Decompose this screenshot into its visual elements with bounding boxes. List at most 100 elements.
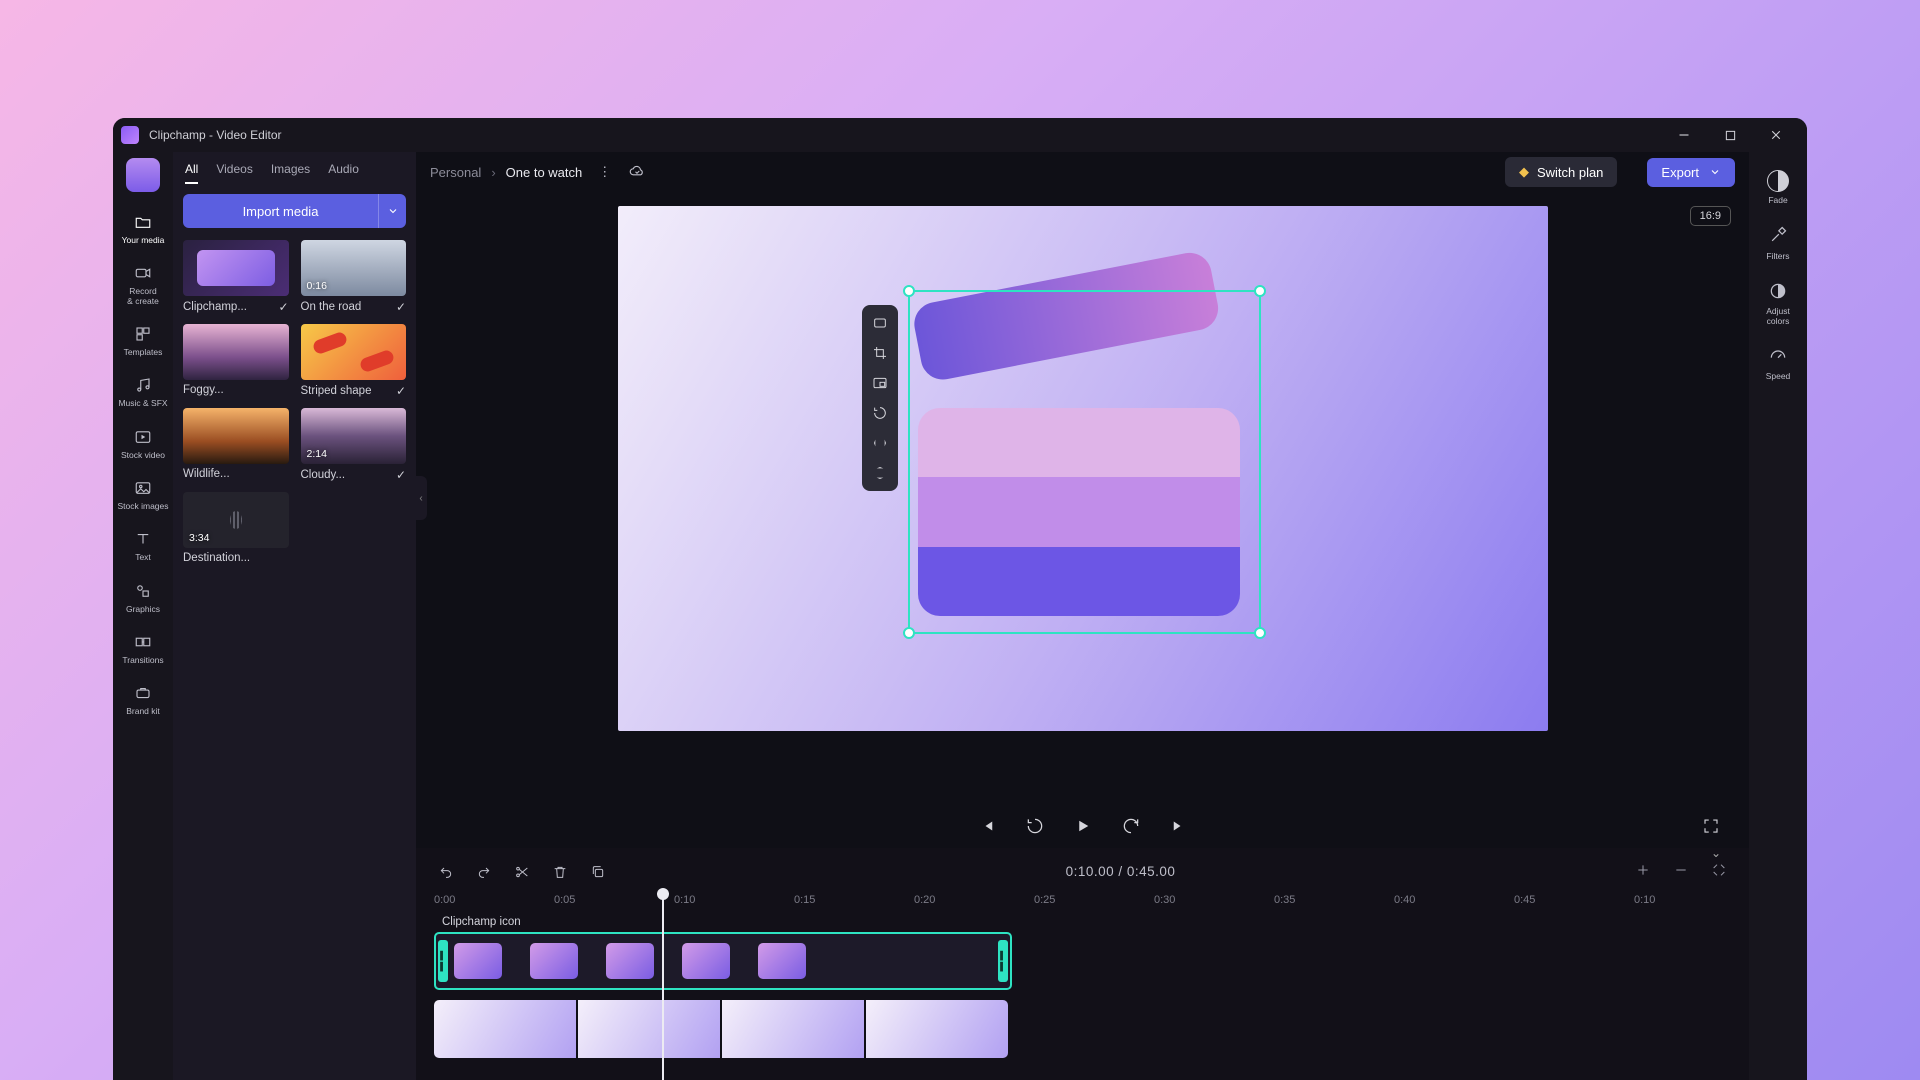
rail-brand-kit[interactable]: Brand kit [113,675,173,724]
project-menu-button[interactable]: ⋮ [592,164,618,180]
right-rail: Fade Filters Adjust colors Speed [1749,152,1807,1080]
media-panel: All Videos Images Audio Import media Cli… [173,152,416,1080]
rail-stock-images[interactable]: Stock images [113,470,173,519]
center-column: Personal › One to watch ⋮ ◆ Switch plan … [416,152,1749,1080]
media-item[interactable]: Foggy... [183,324,289,398]
canvas-toolbar [862,305,898,491]
pip-button[interactable] [866,371,894,395]
rrail-adjust-colors[interactable]: Adjust colors [1750,273,1806,334]
import-media-dropdown[interactable] [378,194,406,228]
project-header: Personal › One to watch ⋮ ◆ Switch plan … [416,152,1749,192]
export-button[interactable]: Export [1647,158,1735,187]
zoom-fit-button[interactable] [1711,862,1727,883]
preview-canvas[interactable] [618,206,1548,731]
rail-transitions[interactable]: Transitions [113,624,173,673]
media-item[interactable]: 0:16 On the road✓ [301,240,407,314]
rail-graphics[interactable]: Graphics [113,573,173,622]
media-tabs: All Videos Images Audio [183,158,406,184]
redo-button[interactable] [476,864,492,880]
app-window: Clipchamp - Video Editor Your media Reco… [113,118,1807,1080]
skip-forward-button[interactable] [1167,814,1191,838]
fullscreen-button[interactable] [1699,814,1723,838]
resize-handle[interactable] [1254,627,1266,639]
clip-thumbnail [682,943,730,979]
media-tab-audio[interactable]: Audio [328,162,359,184]
timeline-toolbar: 0:10.00 / 0:45.00 [416,854,1749,890]
timeline-ruler[interactable]: 0:00 0:05 0:10 0:15 0:20 0:25 0:30 0:35 … [434,890,1731,914]
added-check-icon: ✓ [396,468,406,482]
left-rail: Your media Record & create Templates Mus… [113,152,173,1080]
added-check-icon: ✓ [278,300,288,314]
window-minimize-button[interactable] [1661,118,1707,152]
split-button[interactable] [514,864,530,880]
window-close-button[interactable] [1753,118,1799,152]
rrail-filters[interactable]: Filters [1750,217,1806,269]
app-icon [121,126,139,144]
resize-handle[interactable] [1254,285,1266,297]
rrail-fade[interactable]: Fade [1750,162,1806,213]
add-track-button[interactable] [1635,862,1651,883]
clip-trim-handle-right[interactable]: ▌▌ [998,940,1008,982]
added-check-icon: ✓ [396,300,406,314]
adjust-colors-icon [1768,281,1788,303]
media-item[interactable]: Striped shape✓ [301,324,407,398]
timeline-collapse-button[interactable]: ⌄ [1711,846,1721,860]
rail-record-create[interactable]: Record & create [113,255,173,314]
rail-music-sfx[interactable]: Music & SFX [113,367,173,416]
timeline-clip[interactable] [434,1000,1008,1058]
transitions-icon [133,632,153,652]
app-logo [126,158,160,192]
collapse-panel-handle[interactable]: ‹ [415,476,427,520]
selection-box[interactable] [908,290,1261,634]
fit-button[interactable] [866,311,894,335]
media-item[interactable]: 2:14 Cloudy...✓ [301,408,407,482]
timeline: ⌄ 0:10.00 / 0:45.00 [416,848,1749,1080]
speed-icon [1768,346,1788,368]
resize-handle[interactable] [903,285,915,297]
flip-horizontal-button[interactable] [866,431,894,455]
window-title: Clipchamp - Video Editor [149,128,282,142]
zoom-out-button[interactable] [1673,862,1689,883]
playhead[interactable] [662,894,664,1080]
rewind-button[interactable] [1023,814,1047,838]
media-item[interactable]: Clipchamp...✓ [183,240,289,314]
delete-button[interactable] [552,864,568,880]
chevron-down-icon [1709,166,1721,178]
media-tab-images[interactable]: Images [271,162,310,184]
camera-icon [133,263,153,283]
music-icon [133,375,153,395]
forward-button[interactable] [1119,814,1143,838]
media-item[interactable]: 3:34 Destination... [183,492,289,564]
clip-thumbnail [758,943,806,979]
rotate-button[interactable] [866,401,894,425]
media-thumb: 3:34 [183,492,289,548]
breadcrumb-project[interactable]: One to watch [506,165,583,180]
resize-handle[interactable] [903,627,915,639]
rrail-speed[interactable]: Speed [1750,338,1806,390]
flip-vertical-button[interactable] [866,461,894,485]
media-item[interactable]: Wildlife... [183,408,289,482]
switch-plan-button[interactable]: ◆ Switch plan [1505,157,1617,187]
rail-stock-video[interactable]: Stock video [113,419,173,468]
media-tab-videos[interactable]: Videos [216,162,252,184]
rail-text[interactable]: Text [113,521,173,570]
duplicate-button[interactable] [590,864,606,880]
rail-templates[interactable]: Templates [113,316,173,365]
skip-back-button[interactable] [975,814,999,838]
window-maximize-button[interactable] [1707,118,1753,152]
undo-button[interactable] [438,864,454,880]
play-button[interactable] [1071,814,1095,838]
clip-trim-handle-left[interactable]: ▌▌ [438,940,448,982]
media-tab-all[interactable]: All [185,162,198,184]
fade-icon [1767,170,1789,192]
crop-button[interactable] [866,341,894,365]
import-media-button[interactable]: Import media [183,194,378,228]
cloud-sync-icon[interactable] [628,162,646,183]
added-check-icon: ✓ [396,384,406,398]
breadcrumb-workspace[interactable]: Personal [430,165,481,180]
stock-images-icon [133,478,153,498]
clip-thumbnail [606,943,654,979]
timeline-clip[interactable]: ▌▌ ▌▌ [434,932,1012,990]
rail-your-media[interactable]: Your media [113,204,173,253]
aspect-ratio-pill[interactable]: 16:9 [1690,206,1731,226]
